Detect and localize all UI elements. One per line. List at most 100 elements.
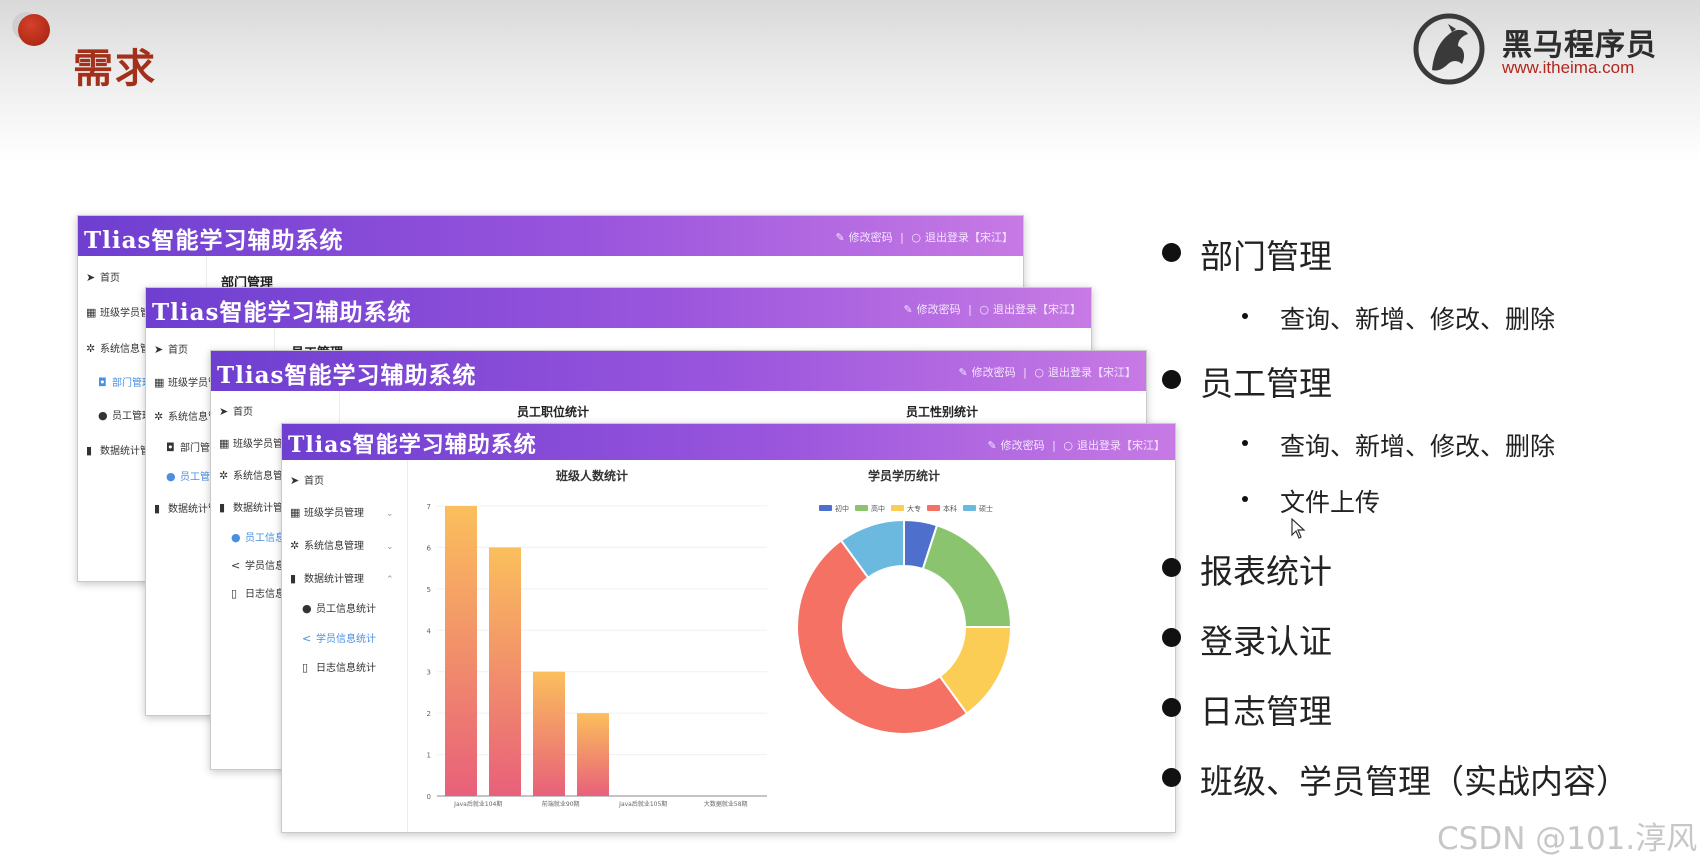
bullet-class-student: 班级、学员管理（实战内容） [1162,755,1629,803]
header-separator: | [968,303,972,316]
change-password-link[interactable]: 修改密码 [849,231,893,244]
app-title: Tlias智能学习辅助系统 [288,432,537,458]
bar [533,671,565,796]
user-icon: ● [166,470,176,483]
brand-logo: 黑马程序员 www.itheima.com [1412,10,1672,85]
menu-home-label: 首页 [100,273,120,284]
dept-icon: ◘ [166,441,175,454]
y-tick-label: 6 [427,544,432,552]
csdn-watermark: CSDN @101.淳风 [1437,821,1698,857]
send-icon: ➤ [219,405,229,418]
menu-home[interactable]: ➤ 首页 [154,341,188,356]
bar [489,547,521,796]
menu-system-info[interactable]: ✲ 系统信息管理 ⌄ [290,537,394,552]
chevron-down-icon[interactable]: ⌄ [386,542,394,552]
power-icon: ○ [1063,439,1073,452]
mouse-cursor-icon [1291,518,1306,539]
menu-dept[interactable]: ◘ 部门管理 [98,374,152,389]
y-tick-label: 1 [427,752,431,760]
edit-icon: ✎ [903,303,913,316]
menu-class-student[interactable]: ▦ 班级学员管理 ⌄ [290,504,394,519]
share-icon: < [231,559,241,572]
bullet-login: 登录认证 [1162,615,1332,663]
header-separator: | [900,231,904,244]
logout-link[interactable]: 退出登录【宋江】 [1048,366,1136,379]
sidebar: ➤ 首页 ▦ 班级学员管理 ⌄ ✲ 系统信息管理 ⌄ ▮ 数据统计管理 ⌃ ● 员工信息统计 <… [282,460,408,832]
bullet-log: 日志管理 [1162,685,1332,733]
menu-emp[interactable]: ● 员工管理 [98,407,152,422]
send-icon: ➤ [154,343,164,356]
app-title: Tlias智能学习辅助系统 [152,299,412,326]
pie-slice [921,523,1013,628]
x-tick-label: Java后就业104期 [453,800,502,808]
edit-icon: ✎ [987,439,997,452]
brand-url: www.itheima.com [1502,58,1635,77]
legend-label: 本科 [943,504,957,513]
menu-student-stats-label: 学员信息统计 [316,634,376,645]
legend-label: 初中 [835,504,849,513]
gear-icon: ✲ [219,469,229,482]
send-icon: ➤ [86,271,96,284]
send-icon: ➤ [290,474,300,487]
edit-icon: ✎ [958,366,968,379]
bar-chart-icon: ▮ [219,501,226,514]
menu-home-label: 首页 [233,407,253,418]
pie-chart-title: 学员学历统计 [868,468,940,483]
x-tick-label: 前端就业90期 [542,800,580,808]
change-password-link[interactable]: 修改密码 [1001,439,1045,452]
header-actions: ✎ 修改密码 | ○ 退出登录【宋江】 [954,364,1136,380]
legend-label: 硕士 [979,504,993,513]
edit-icon: ✎ [835,231,845,244]
power-icon: ○ [1034,366,1044,379]
menu-home[interactable]: ➤ 首页 [86,269,120,284]
class-size-bar-chart: 班级人数统计 0 1 2 3 4 5 6 7 Java后就业104期 前端就业90期 Java后就业1… [427,468,767,808]
education-pie-chart: 学员学历统计初中 高中 大专 本科 硕士 [797,468,1013,735]
menu-log-stats[interactable]: ▯ 日志信息统计 [302,659,376,674]
bullet-report: 报表统计 [1162,545,1332,593]
menu-log-stats-label: 日志信息统计 [316,663,376,674]
document-icon: ▯ [231,587,238,600]
header-separator: | [1023,366,1027,379]
menu-emp-stats[interactable]: ● 员工信息统计 [302,600,376,615]
menu-student-stats[interactable]: < 学员信息统计 [302,630,376,645]
horse-logo-icon [1413,13,1485,85]
grid-icon: ▦ [86,306,97,319]
header-separator: | [1052,439,1056,452]
bar-chart-title: 班级人数统计 [556,468,628,483]
slide-dot-decoration [18,14,50,46]
header-actions: ✎ 修改密码 | ○ 退出登录【宋江】 [899,301,1081,317]
gear-icon: ✲ [154,410,164,423]
user-icon: ● [98,409,108,422]
chevron-down-icon[interactable]: ⌄ [386,509,394,519]
x-tick-label: Java后就业105期 [618,800,667,808]
menu-home[interactable]: ➤ 首页 [290,472,324,487]
legend-swatch [855,505,868,511]
menu-system-info-label: 系统信息管理 [304,541,364,552]
legend-swatch [891,505,904,511]
power-icon: ○ [979,303,989,316]
emp-gender-chart-title: 员工性别统计 [906,405,979,419]
menu-report[interactable]: ▮ 数据统计管理 ⌃ [290,570,394,585]
app-title: Tlias智能学习辅助系统 [217,362,477,389]
change-password-link[interactable]: 修改密码 [972,366,1016,379]
sub-bullet-dept-crud: 查询、新增、修改、删除 [1241,300,1555,336]
emp-position-chart-title: 员工职位统计 [517,405,590,419]
power-icon: ○ [911,231,921,244]
logout-link[interactable]: 退出登录【宋江】 [1077,439,1165,452]
chevron-up-icon[interactable]: ⌃ [386,575,394,585]
y-tick-label: 7 [427,503,431,511]
bullet-dept: 部门管理 [1162,230,1332,278]
y-tick-label: 2 [427,710,431,718]
menu-home[interactable]: ➤ 首页 [219,403,253,418]
change-password-link[interactable]: 修改密码 [917,303,961,316]
legend-swatch [927,505,940,511]
dept-icon: ◘ [98,376,107,389]
menu-report-label: 数据统计管理 [304,574,364,585]
gear-icon: ✲ [290,539,300,552]
gear-icon: ✲ [86,342,96,355]
y-tick-label: 5 [427,586,431,594]
bullet-emp: 员工管理 [1162,357,1332,405]
logout-link[interactable]: 退出登录【宋江】 [993,303,1081,316]
logout-link[interactable]: 退出登录【宋江】 [925,231,1013,244]
bar [445,506,477,796]
